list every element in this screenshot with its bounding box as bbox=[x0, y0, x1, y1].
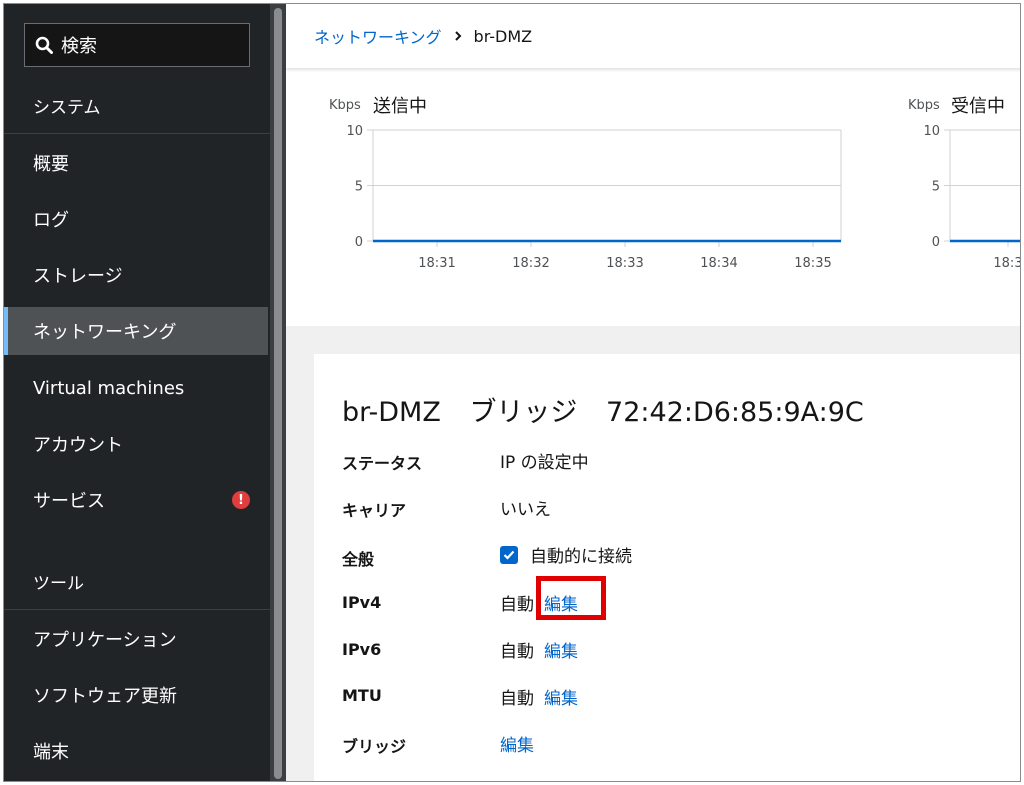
x-tick-label: 18:33 bbox=[606, 256, 643, 271]
sidebar-item-label: Virtual machines bbox=[33, 377, 185, 399]
sidebar-item-label: 端末 bbox=[33, 742, 69, 763]
app-frame: 検索 システム 概要 ログ ストレージ ネットワーキング Virtual mac… bbox=[3, 3, 1021, 782]
mtu-value: 自動 編集 bbox=[500, 684, 578, 709]
bridge-edit-link[interactable]: 編集 bbox=[500, 731, 534, 756]
sidebar-item-accounts[interactable]: アカウント bbox=[4, 420, 268, 468]
section-title-system: システム bbox=[4, 78, 270, 134]
interface-details-card: br-DMZ ブリッジ 72:42:D6:85:9A:9C ステータス IP の… bbox=[314, 354, 1020, 781]
general-value: 自動的に接続 bbox=[500, 542, 632, 567]
sidebar-item-storage[interactable]: ストレージ bbox=[4, 251, 268, 299]
carrier-value: いいえ bbox=[500, 500, 551, 520]
x-tick-label: 18:32 bbox=[512, 256, 549, 271]
general-label: 全般 bbox=[342, 550, 375, 569]
breadcrumb-link-networking[interactable]: ネットワーキング bbox=[314, 24, 442, 48]
auto-connect-label[interactable]: 自動的に接続 bbox=[530, 542, 632, 567]
y-tick-label: 5 bbox=[355, 180, 363, 195]
x-tick-label: 18:35 bbox=[794, 256, 831, 271]
x-tick-label: 18:3 bbox=[993, 256, 1021, 271]
mtu-mode: 自動 bbox=[500, 689, 534, 709]
sidebar-item-services[interactable]: サービス ! bbox=[4, 476, 268, 524]
sidebar-item-label: アプリケーション bbox=[33, 630, 177, 651]
alert-icon: ! bbox=[232, 491, 250, 509]
mtu-label: MTU bbox=[342, 686, 382, 705]
sidebar-item-label: サービス bbox=[33, 491, 105, 512]
interface-name: br-DMZ bbox=[342, 397, 441, 428]
y-tick-label: 5 bbox=[932, 180, 940, 195]
breadcrumb-current: br-DMZ bbox=[473, 26, 533, 46]
sidebar-item-terminal[interactable]: 端末 bbox=[4, 727, 268, 775]
search-placeholder: 検索 bbox=[61, 36, 97, 57]
sidebar-item-networking[interactable]: ネットワーキング bbox=[4, 307, 268, 355]
sidebar-item-label: ログ bbox=[33, 210, 69, 231]
mtu-edit-link[interactable]: 編集 bbox=[544, 684, 578, 709]
y-tick-label: 0 bbox=[932, 235, 940, 250]
interface-title: br-DMZ ブリッジ 72:42:D6:85:9A:9C bbox=[342, 390, 884, 429]
sidebar-item-label: アカウント bbox=[33, 435, 123, 456]
sidebar-item-logs[interactable]: ログ bbox=[4, 195, 268, 243]
interface-mac: 72:42:D6:85:9A:9C bbox=[606, 397, 864, 428]
sidebar-item-applications[interactable]: アプリケーション bbox=[4, 615, 268, 663]
ipv4-mode: 自動 bbox=[500, 595, 534, 615]
charts-area: Kbps 送信中 0 5 10 18:31 18:32 18:33 18:34 18:35 K… bbox=[286, 68, 1021, 326]
sending-chart: 0 5 10 18:31 18:32 18:33 18:34 18:35 bbox=[346, 124, 842, 271]
y-tick-label: 10 bbox=[923, 124, 940, 139]
bridge-label: ブリッジ bbox=[342, 737, 407, 756]
sidebar-item-label: ソフトウェア更新 bbox=[33, 686, 177, 707]
search-icon bbox=[35, 36, 53, 54]
y-tick-label: 10 bbox=[346, 124, 363, 139]
main-content: ネットワーキング br-DMZ Kbps 送信中 0 5 10 18:31 18:32 1… bbox=[286, 4, 1021, 781]
breadcrumb: ネットワーキング br-DMZ bbox=[286, 4, 1020, 68]
sidebar-scrollbar-thumb[interactable] bbox=[274, 8, 282, 779]
status-label: ステータス bbox=[342, 454, 423, 473]
ipv6-value: 自動 編集 bbox=[500, 637, 578, 662]
bridge-value: 編集 bbox=[500, 731, 534, 756]
check-icon bbox=[503, 550, 515, 560]
sidebar-item-software-updates[interactable]: ソフトウェア更新 bbox=[4, 671, 268, 719]
chevron-right-icon bbox=[454, 31, 461, 41]
ipv6-label: IPv6 bbox=[342, 640, 382, 659]
ipv4-label: IPv4 bbox=[342, 593, 382, 612]
sidebar-item-overview[interactable]: 概要 bbox=[4, 139, 268, 187]
interface-type: ブリッジ bbox=[469, 397, 578, 428]
sidebar-item-label: ストレージ bbox=[33, 266, 123, 287]
x-tick-label: 18:31 bbox=[418, 256, 455, 271]
sidebar: 検索 システム 概要 ログ ストレージ ネットワーキング Virtual mac… bbox=[4, 4, 270, 781]
y-tick-label: 0 bbox=[355, 235, 363, 250]
ipv6-mode: 自動 bbox=[500, 642, 534, 662]
highlight-box bbox=[536, 576, 606, 620]
sidebar-item-label: ネットワーキング bbox=[33, 322, 177, 343]
ipv6-edit-link[interactable]: 編集 bbox=[544, 637, 578, 662]
section-title-tools: ツール bbox=[4, 554, 270, 610]
status-value: IP の設定中 bbox=[500, 453, 589, 473]
search-box[interactable]: 検索 bbox=[24, 23, 250, 67]
carrier-label: キャリア bbox=[342, 501, 407, 520]
x-tick-label: 18:34 bbox=[700, 256, 737, 271]
receiving-chart: 0 5 10 18:3 bbox=[923, 124, 1021, 271]
auto-connect-checkbox[interactable] bbox=[500, 545, 518, 564]
sidebar-item-label: 概要 bbox=[33, 154, 69, 175]
sidebar-item-virtual-machines[interactable]: Virtual machines bbox=[4, 364, 268, 412]
